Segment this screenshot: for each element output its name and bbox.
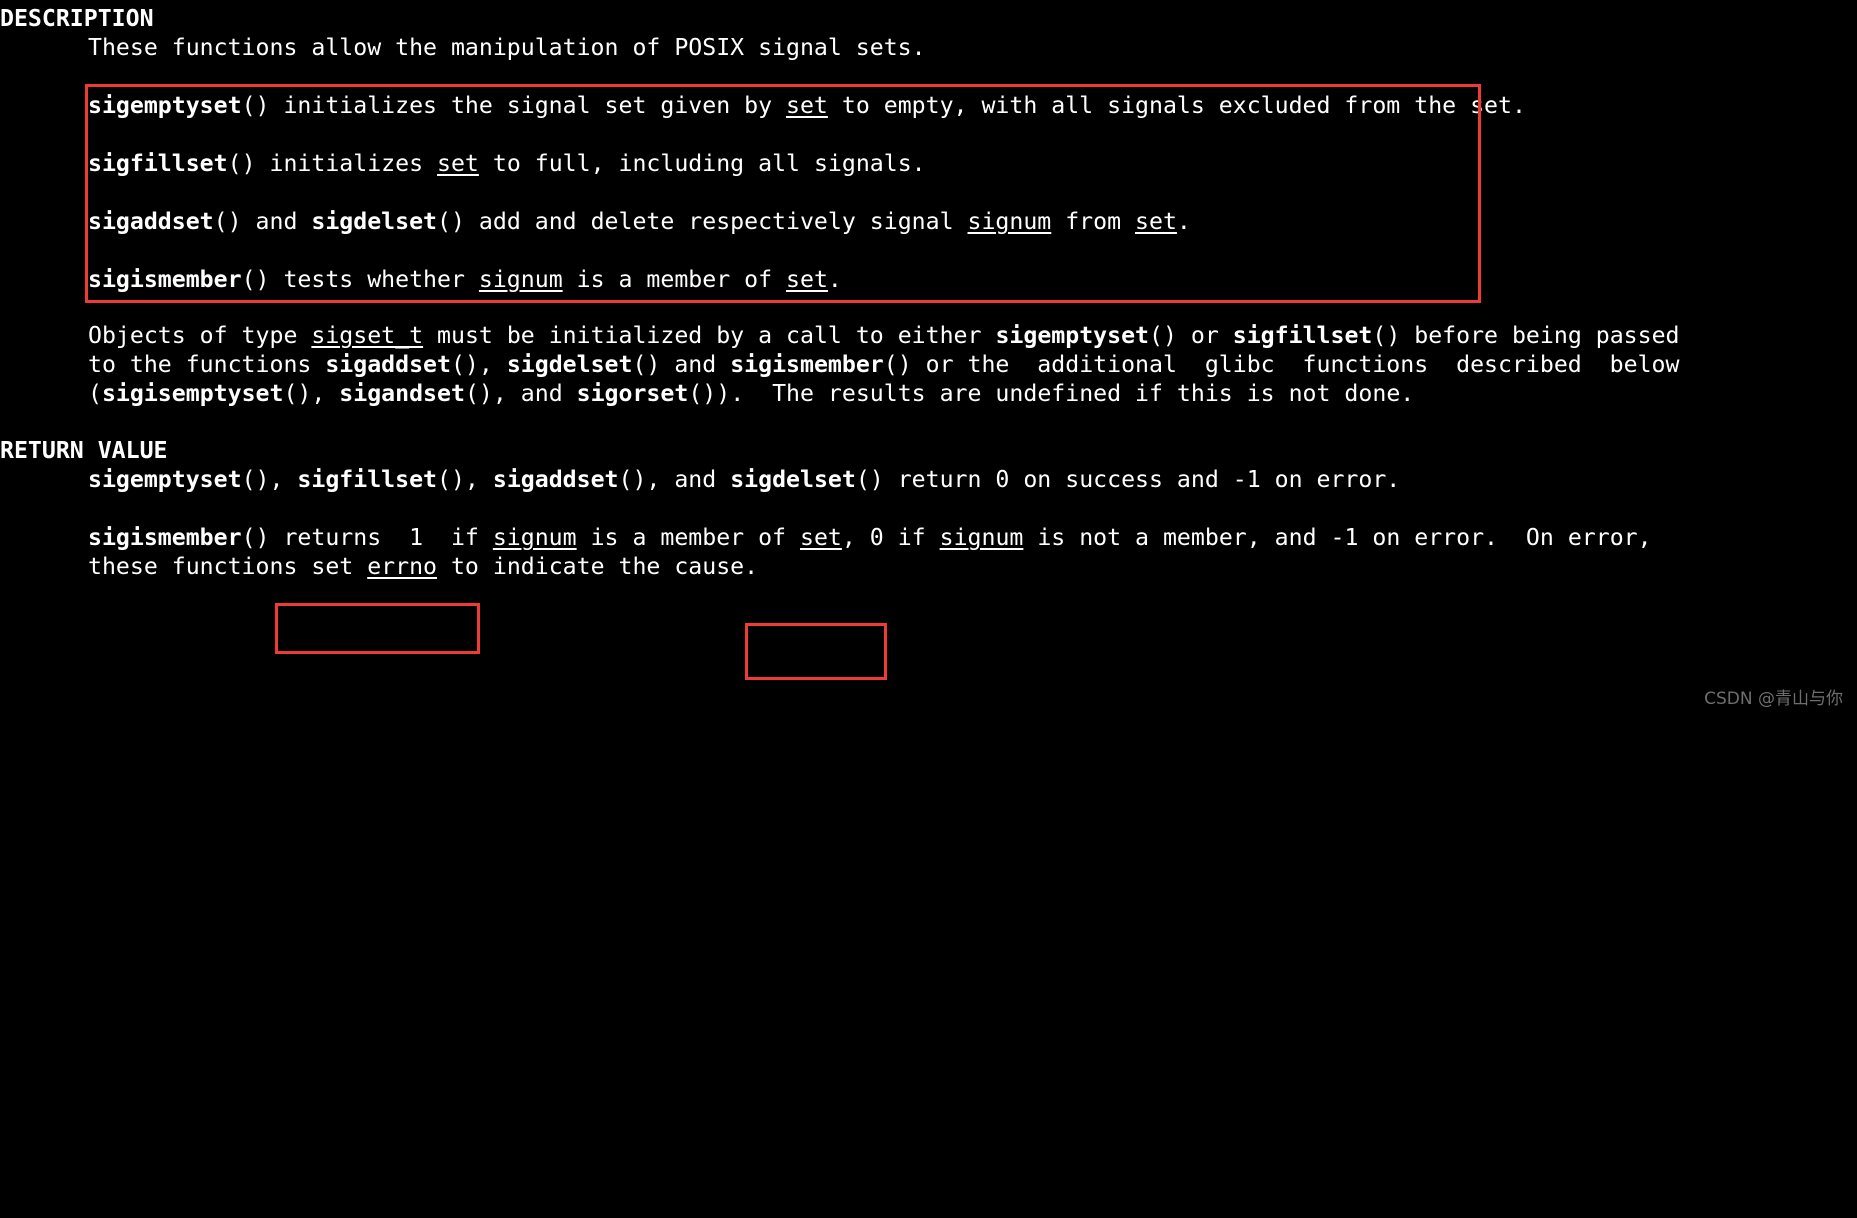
arg-set-3: set xyxy=(1135,208,1177,235)
return-value-heading-text: RETURN VALUE xyxy=(0,437,168,464)
section-heading-return-value: RETURN VALUE xyxy=(0,436,168,465)
description-heading-text: DESCRIPTION xyxy=(0,5,154,32)
objects-p2-text-d: () or the additional glibc functions des… xyxy=(883,351,1680,378)
objects-p2-text-c: () and xyxy=(632,351,731,378)
objects-p1-text-a: Objects of type xyxy=(88,322,312,349)
arg-errno: errno xyxy=(367,553,438,580)
fn-sigorset: sigorset xyxy=(576,380,689,407)
terminal-text-area: DESCRIPTION These functions allow the ma… xyxy=(0,0,1857,1218)
objects-paragraph-line-2: to the functions sigaddset(), sigdelset(… xyxy=(88,350,1679,379)
arg-set-1: set xyxy=(786,92,828,119)
objects-p3-text-c: (), and xyxy=(464,380,577,407)
boxed-line3-text-a: () and xyxy=(213,208,312,235)
fn-sigaddset-2: sigaddset xyxy=(325,351,451,378)
boxed-line-sigfillset: sigfillset() initializes set to full, in… xyxy=(88,149,926,178)
rv-l1-text-c: (), and xyxy=(618,466,731,493)
fn-sigaddset: sigaddset xyxy=(88,208,214,235)
fn-sigdelset: sigdelset xyxy=(311,208,438,235)
arg-signum-2: signum xyxy=(478,266,563,293)
fn-sigismember-3: sigismember xyxy=(88,524,242,551)
rv-l2-text-b: is a member of xyxy=(576,524,800,551)
rv-l1-text-b: (), xyxy=(437,466,493,493)
fn-sigaddset-3: sigaddset xyxy=(492,466,619,493)
boxed-line-sigismember: sigismember() tests whether signum is a … xyxy=(88,265,842,294)
boxed-line3-text-b: () add and delete respectively signal xyxy=(437,208,968,235)
rv-l1-text-a: (), xyxy=(241,466,298,493)
boxed-line2-text-b: to full, including all signals. xyxy=(478,150,926,177)
boxed-line-sigaddset-sigdelset: sigaddset() and sigdelset() add and dele… xyxy=(88,207,1191,236)
objects-p1-text-b: must be initialized by a call to either xyxy=(423,322,996,349)
objects-p1-text-d: () before being passed xyxy=(1372,322,1680,349)
rv-l3-text-b: to indicate the cause. xyxy=(437,553,759,580)
fn-sigemptyset: sigemptyset xyxy=(88,92,242,119)
description-intro-text: These functions allow the manipulation o… xyxy=(88,34,926,61)
rv-l2-text-c: , 0 if xyxy=(841,524,940,551)
boxed-line1-text-a: () initializes the signal set given by xyxy=(241,92,787,119)
fn-sigisemptyset: sigisemptyset xyxy=(101,380,284,407)
return-value-line-1: sigemptyset(), sigfillset(), sigaddset()… xyxy=(88,465,1400,494)
rv-l2-text-a: () returns 1 if xyxy=(241,524,493,551)
arg-set-2: set xyxy=(437,150,479,177)
section-heading-description: DESCRIPTION xyxy=(0,4,154,33)
rv-l1-text-d: () return 0 on success and -1 on error. xyxy=(855,466,1401,493)
type-sigset-t: sigset_t xyxy=(311,322,424,349)
boxed-line2-text-a: () initializes xyxy=(227,150,438,177)
rv-l3-text-a: these functions set xyxy=(88,553,368,580)
description-intro-line: These functions allow the manipulation o… xyxy=(88,33,926,62)
objects-paragraph-line-1: Objects of type sigset_t must be initial… xyxy=(88,321,1680,350)
fn-sigfillset-2: sigfillset xyxy=(1232,322,1373,349)
boxed-line-sigemptyset: sigemptyset() initializes the signal set… xyxy=(88,91,1526,120)
boxed-line1-text-b: to empty, with all signals excluded from… xyxy=(827,92,1526,119)
objects-p2-text-a: to the functions xyxy=(88,351,326,378)
fn-sigfillset: sigfillset xyxy=(88,150,228,177)
fn-sigdelset-2: sigdelset xyxy=(506,351,633,378)
arg-set-4: set xyxy=(786,266,828,293)
fn-sigismember: sigismember xyxy=(88,266,242,293)
objects-paragraph-line-3: (sigisemptyset(), sigandset(), and sigor… xyxy=(88,379,1414,408)
boxed-line4-text-b: is a member of xyxy=(562,266,787,293)
objects-p3-text-d: ()). The results are undefined if this i… xyxy=(688,380,1415,407)
csdn-watermark: CSDN @青山与你 xyxy=(1704,689,1843,709)
boxed-line4-text-a: () tests whether xyxy=(241,266,479,293)
arg-set-5: set xyxy=(799,524,842,551)
fn-sigemptyset-2: sigemptyset xyxy=(995,322,1149,349)
arg-signum-1: signum xyxy=(967,208,1052,235)
fn-sigismember-2: sigismember xyxy=(730,351,884,378)
terminal-screenshot: DESCRIPTION These functions allow the ma… xyxy=(0,0,1857,717)
objects-p2-text-b: (), xyxy=(450,351,507,378)
return-value-line-3: these functions set errno to indicate th… xyxy=(88,552,758,581)
rv-l2-text-d: is not a member, and -1 on error. On err… xyxy=(1023,524,1652,551)
objects-p3-text-b: (), xyxy=(283,380,340,407)
objects-p3-text-a: ( xyxy=(88,380,102,407)
arg-signum-3: signum xyxy=(492,524,577,551)
arg-signum-4: signum xyxy=(939,524,1024,551)
return-value-line-2: sigismember() returns 1 if signum is a m… xyxy=(88,523,1652,552)
boxed-line3-text-c: from xyxy=(1051,208,1136,235)
fn-sigfillset-3: sigfillset xyxy=(297,466,438,493)
fn-sigandset: sigandset xyxy=(339,380,465,407)
objects-p1-text-c: () or xyxy=(1149,322,1233,349)
boxed-line3-text-d: . xyxy=(1176,208,1191,235)
fn-sigemptyset-3: sigemptyset xyxy=(88,466,242,493)
fn-sigdelset-3: sigdelset xyxy=(730,466,856,493)
boxed-line4-text-c: . xyxy=(827,266,842,293)
